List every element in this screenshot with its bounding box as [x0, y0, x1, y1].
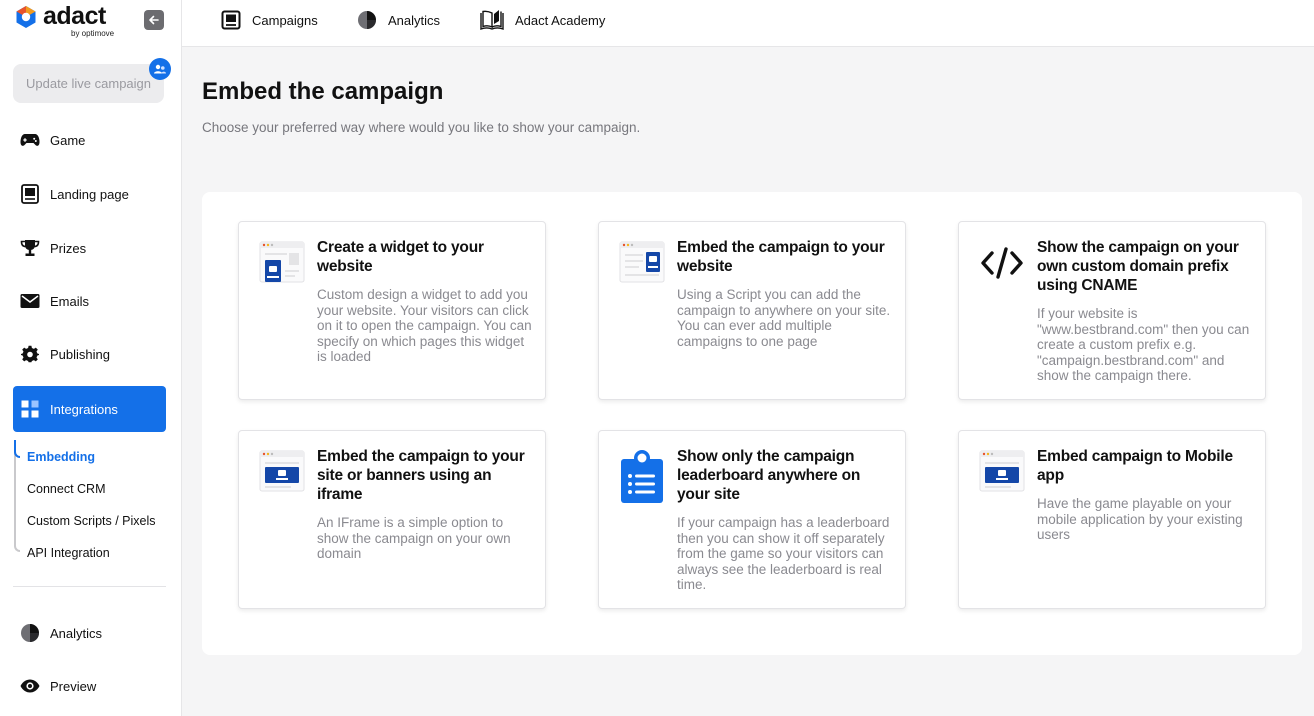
embed-option-iframe[interactable]: Embed the campaign to your site or banne…: [238, 430, 546, 609]
sidebar-item-emails[interactable]: Emails: [13, 279, 166, 323]
subnav-item-custom-scripts[interactable]: Custom Scripts / Pixels: [27, 514, 156, 528]
script-embed-icon: [619, 240, 665, 286]
code-icon: [979, 240, 1025, 286]
sidebar-item-label: Emails: [50, 293, 90, 309]
embed-options-panel: Create a widget to your website Custom d…: [202, 192, 1302, 655]
topnav-adact-academy[interactable]: Adact Academy: [479, 8, 605, 32]
topnav-label: Adact Academy: [515, 12, 606, 28]
subnav-active-indicator: [14, 440, 20, 458]
sidebar-item-label: Integrations: [50, 401, 118, 417]
card-title: Show only the campaign leaderboard anywh…: [677, 448, 861, 503]
topnav-analytics[interactable]: Analytics: [356, 8, 440, 32]
card-description: Have the game playable on your mobile ap…: [1037, 496, 1243, 542]
gamepad-icon: [20, 130, 40, 150]
logo-wordmark: adact: [43, 2, 106, 30]
sidebar-item-integrations[interactable]: Integrations: [13, 386, 166, 432]
topnav-label: Analytics: [388, 12, 441, 28]
pie-chart-icon: [20, 623, 40, 643]
sidebar-item-label: Game: [50, 132, 86, 148]
subnav-item-embedding[interactable]: Embedding: [27, 450, 95, 464]
page-title: Embed the campaign: [202, 78, 444, 105]
sidebar-item-landing-page[interactable]: Landing page: [13, 172, 166, 216]
sidebar-divider: [13, 586, 166, 587]
card-description: Custom design a widget to add you your w…: [317, 287, 532, 364]
top-navigation-bar: Campaigns Analytics Adact Academy: [182, 0, 1314, 47]
embed-option-leaderboard[interactable]: Show only the campaign leaderboard anywh…: [598, 430, 906, 609]
update-live-campaign-button[interactable]: Update live campaign: [13, 64, 164, 103]
sidebar-item-preview[interactable]: Preview: [13, 664, 166, 708]
sidebar: adact by optimove Update live campaign G…: [0, 0, 182, 716]
sidebar-item-publishing[interactable]: Publishing: [13, 332, 166, 376]
subnav-item-connect-crm[interactable]: Connect CRM: [27, 482, 106, 496]
subnav-item-api-integration[interactable]: API Integration: [27, 546, 110, 560]
card-title: Show the campaign on your own custom dom…: [1037, 239, 1239, 294]
collapse-sidebar-button[interactable]: [144, 10, 164, 30]
card-title: Embed campaign to Mobile app: [1037, 448, 1233, 484]
sidebar-item-label: Publishing: [50, 346, 110, 362]
adact-logo-mark-icon: [13, 4, 39, 30]
card-description: Using a Script you can add the campaign …: [677, 287, 891, 349]
logo-tagline: by optimove: [71, 29, 115, 38]
iframe-icon: [259, 449, 305, 495]
sidebar-item-label: Preview: [50, 678, 97, 694]
card-description: If your website is "www.bestbrand.com" t…: [1037, 306, 1250, 383]
campaigns-icon: [220, 9, 242, 31]
arrow-left-icon: [149, 15, 159, 25]
embed-option-script[interactable]: Embed the campaign to your website Using…: [598, 221, 906, 400]
card-description: An IFrame is a simple option to show the…: [317, 515, 511, 561]
eye-icon: [20, 676, 40, 696]
embed-option-mobile-app[interactable]: Embed campaign to Mobile app Have the ga…: [958, 430, 1266, 609]
update-users-badge-icon: [149, 58, 171, 80]
card-title: Embed the campaign to your website: [677, 239, 885, 275]
page-subtitle: Choose your preferred way where would yo…: [202, 120, 641, 135]
leaderboard-icon: [619, 449, 665, 503]
pie-chart-icon: [356, 9, 378, 31]
trophy-icon: [20, 238, 40, 258]
integrations-icon: [20, 399, 40, 419]
sidebar-item-analytics[interactable]: Analytics: [13, 611, 166, 655]
sidebar-item-prizes[interactable]: Prizes: [13, 226, 166, 270]
embed-option-cname[interactable]: Show the campaign on your own custom dom…: [958, 221, 1266, 400]
sidebar-item-game[interactable]: Game: [13, 118, 166, 162]
sidebar-item-label: Analytics: [50, 625, 103, 641]
landing-page-icon: [20, 184, 40, 204]
sidebar-item-label: Landing page: [50, 186, 129, 202]
topnav-campaigns[interactable]: Campaigns: [220, 8, 318, 32]
topnav-label: Campaigns: [252, 12, 318, 28]
envelope-icon: [20, 291, 40, 311]
adact-logo[interactable]: adact by optimove: [13, 3, 114, 38]
widget-icon: [259, 240, 305, 286]
sidebar-item-label: Prizes: [50, 240, 87, 256]
update-live-campaign-label: Update live campaign: [25, 76, 152, 91]
book-icon: [479, 9, 505, 31]
card-title: Embed the campaign to your site or banne…: [317, 448, 525, 503]
gear-icon: [20, 344, 40, 364]
card-title: Create a widget to your website: [317, 239, 484, 275]
mobile-app-icon: [979, 449, 1025, 495]
embed-option-widget[interactable]: Create a widget to your website Custom d…: [238, 221, 546, 400]
card-description: If your campaign has a leaderboard then …: [677, 515, 890, 592]
